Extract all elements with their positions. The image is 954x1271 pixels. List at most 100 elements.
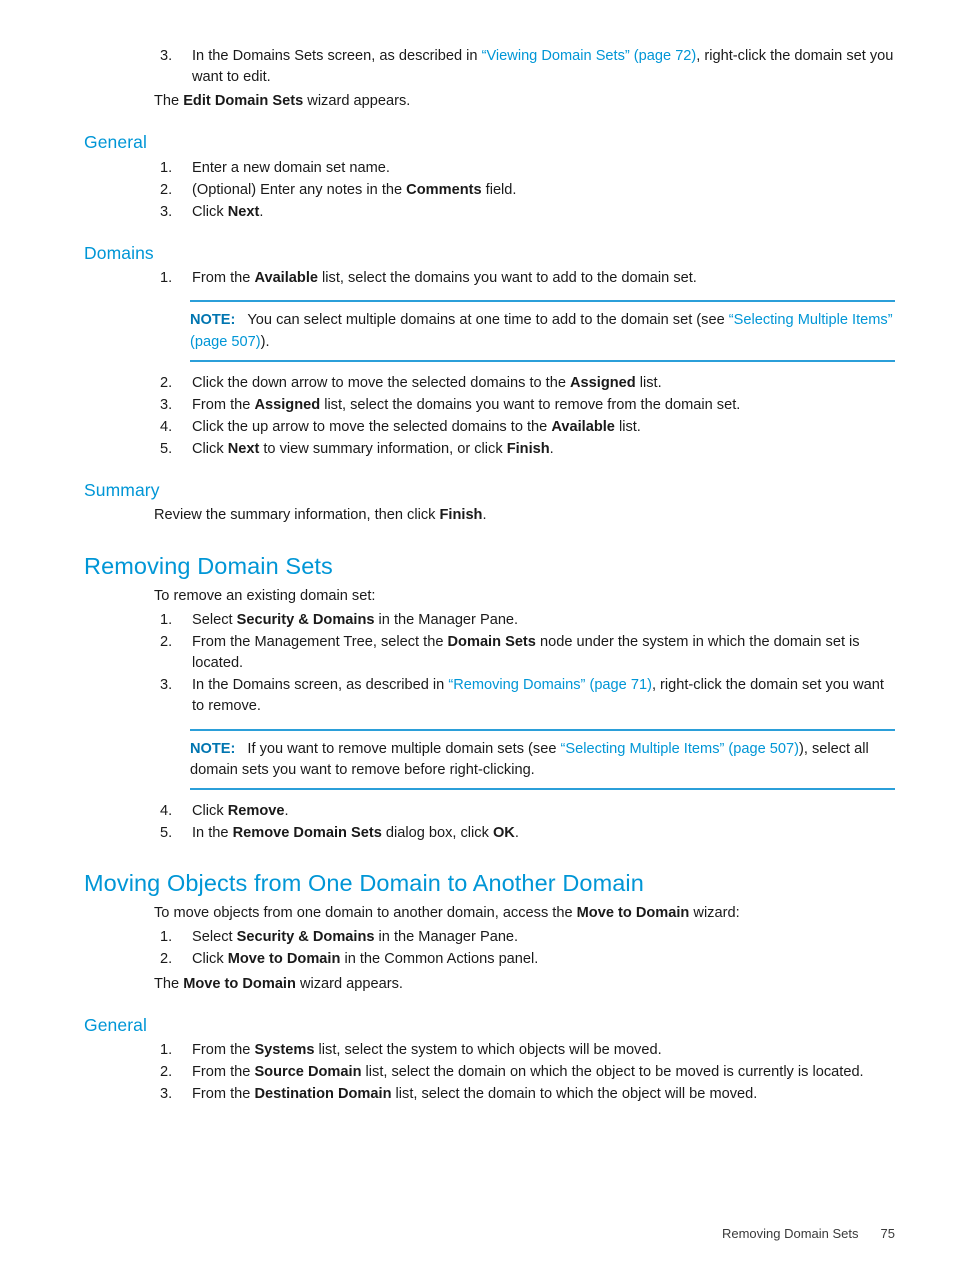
note-block-domains: NOTE: You can select multiple domains at … (84, 300, 895, 362)
note-text-b: ). (260, 333, 270, 350)
list-item: 4. Click the up arrow to move the selecte… (84, 417, 895, 438)
list-item-text-a: In the Domains Sets screen, as described… (192, 48, 482, 64)
list-item-number: 5. (160, 824, 173, 841)
list-item-bold: Source Domain (254, 1064, 362, 1081)
list-item-bold: Assigned (254, 396, 321, 413)
heading-removing-domain-sets: Removing Domain Sets (84, 552, 333, 579)
list-item-number: 4. (160, 418, 173, 435)
list-item-text-a: From the (192, 1086, 255, 1103)
list-item: 2. Click Move to Domain in the Common Act… (84, 949, 895, 970)
list-item-number: 2. (160, 951, 173, 968)
intro-list: 3. In the Domains Sets screen, as describ… (84, 46, 895, 88)
list-item: 5. In the Remove Domain Sets dialog box, … (84, 823, 895, 844)
list-item: 1. Select Security & Domains in the Manag… (84, 927, 895, 948)
para-text-b: wizard appears. (303, 93, 411, 110)
list-item-bold: Systems (254, 1041, 315, 1058)
xref-link-viewing-domain-sets[interactable]: “Viewing Domain Sets” (page 72) (482, 48, 697, 64)
list-item-text-b: list, select the domains you want to add… (318, 270, 697, 287)
list-item-text-a: In the Domains screen, as described in (192, 677, 449, 694)
list-item-bold-1: Next (227, 441, 260, 458)
footer-section-title: Removing Domain Sets (721, 1226, 859, 1241)
list-item-text-b: . (259, 203, 264, 220)
list-item-text-a: Click the down arrow to move the selecte… (192, 374, 571, 391)
list-item-text-a: (Optional) Enter any notes in the (192, 181, 407, 198)
list-item-number: 3. (160, 203, 173, 220)
list-item-bold-1: Remove Domain Sets (232, 824, 382, 841)
list-item-text-c: . (549, 441, 554, 458)
xref-link-removing-domains[interactable]: “Removing Domains” (page 71) (448, 677, 652, 693)
note-inner: NOTE: You can select multiple domains at … (190, 300, 895, 362)
list-item-text-a: Click (192, 441, 228, 458)
general-2-list: 1. From the Systems list, select the syst… (84, 1040, 895, 1105)
list-item-text-b: to view summary information, or click (259, 441, 507, 458)
list-item-text-b: list, select the system to which objects… (314, 1041, 662, 1058)
move-wizard-paragraph: The Move to Domain wizard appears. (84, 974, 895, 995)
footer-page-number: 75 (880, 1226, 895, 1241)
list-item-bold: Security & Domains (236, 611, 375, 628)
list-item-text-a: Select (192, 611, 237, 628)
moving-objects-list: 1. Select Security & Domains in the Manag… (84, 927, 895, 970)
para-bold: Finish (439, 507, 483, 524)
list-item-bold: Remove (227, 802, 285, 819)
list-item-bold: Domain Sets (447, 633, 536, 650)
para-bold: Move to Domain (183, 975, 296, 992)
list-item-bold: Available (254, 270, 318, 287)
list-item: 2. (Optional) Enter any notes in the Comm… (84, 180, 895, 201)
list-item-text-b: in the Common Actions panel. (340, 951, 539, 968)
list-item-number: 2. (160, 1064, 173, 1081)
note-text: NOTE: You can select multiple domains at … (190, 310, 895, 352)
list-item: 3. In the Domains Sets screen, as describ… (84, 46, 895, 88)
list-item: 1. From the Systems list, select the syst… (84, 1040, 895, 1061)
list-item: 3. From the Destination Domain list, sele… (84, 1084, 895, 1105)
list-item-text-a: From the (192, 396, 255, 413)
para-text-a: To move objects from one domain to anoth… (154, 905, 577, 922)
list-item-bold: Comments (406, 181, 482, 198)
list-item-number: 3. (160, 1086, 173, 1103)
list-item: 2. From the Source Domain list, select th… (84, 1062, 895, 1083)
note-label: NOTE: (190, 312, 236, 329)
list-item-text-b: list, select the domain to which the obj… (391, 1086, 758, 1103)
list-item-number: 3. (160, 677, 173, 694)
removing-list-part1: 1. Select Security & Domains in the Manag… (84, 610, 895, 718)
domains-list-part2: 2. Click the down arrow to move the selec… (84, 373, 895, 461)
list-item-text-b: field. (481, 181, 517, 198)
list-item: 2. Click the down arrow to move the selec… (84, 373, 895, 394)
note-text: NOTE: If you want to remove multiple doma… (190, 739, 895, 781)
list-item-text-a: From the (192, 270, 255, 287)
list-item-bold: Available (551, 418, 615, 435)
note-inner: NOTE: If you want to remove multiple doma… (190, 728, 895, 790)
list-item-text-b: list, select the domain on which the obj… (361, 1064, 864, 1081)
heading-domains: Domains (84, 243, 154, 264)
list-item-text-b: list. (635, 374, 662, 391)
list-item-number: 2. (160, 633, 173, 650)
list-item-bold: Security & Domains (236, 929, 375, 946)
list-item-number: 1. (160, 1041, 173, 1058)
xref-link-selecting-multiple-items[interactable]: “Selecting Multiple Items” (page 507) (561, 741, 799, 757)
heading-summary: Summary (84, 480, 160, 501)
heading-general-1: General (84, 132, 147, 153)
list-item-text-a: Click (192, 951, 228, 968)
list-item-text-a: From the Management Tree, select the (192, 633, 448, 650)
note-block-removing: NOTE: If you want to remove multiple doma… (84, 728, 895, 790)
removing-intro-paragraph: To remove an existing domain set: (154, 587, 376, 604)
list-item-text-a: Click the up arrow to move the selected … (192, 418, 552, 435)
heading-general-2: General (84, 1014, 147, 1035)
list-item-text-b: in the Manager Pane. (374, 611, 519, 628)
list-item-number: 2. (160, 181, 173, 198)
document-page: 3. In the Domains Sets screen, as describ… (0, 0, 954, 1271)
list-item-text-a: Select (192, 929, 237, 946)
list-item-bold: Assigned (570, 374, 636, 391)
list-item-text-b: . (284, 802, 289, 819)
list-item-text-b: dialog box, click (381, 824, 493, 841)
para-text-b: . (482, 507, 487, 524)
list-item: 1. From the Available list, select the do… (84, 268, 895, 289)
list-item-bold-2: Finish (506, 441, 550, 458)
list-item-number: 1. (160, 159, 173, 176)
para-text-b: wizard: (689, 905, 740, 922)
list-item-bold: Move to Domain (227, 951, 341, 968)
list-item-text-a: From the (192, 1041, 255, 1058)
list-item-text-b: in the Manager Pane. (374, 929, 519, 946)
list-item: 2. From the Management Tree, select the D… (84, 632, 895, 674)
note-text-a: You can select multiple domains at one t… (247, 312, 729, 329)
list-item-text-a: Click (192, 203, 228, 220)
